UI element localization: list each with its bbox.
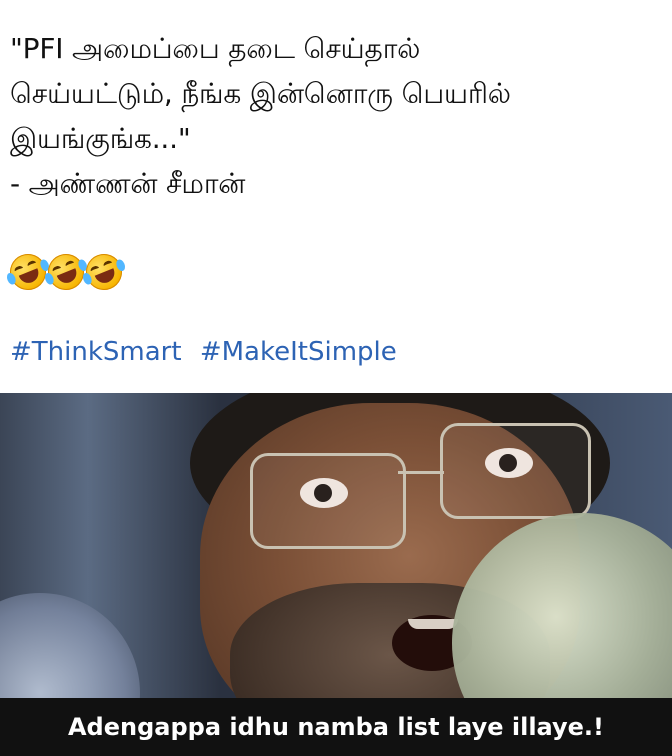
hashtag-make-it-simple[interactable]: #MakeItSimple xyxy=(200,337,397,367)
meme-image[interactable]: Adengappa idhu namba list laye illaye.! xyxy=(0,393,672,756)
rofl-emoji-icon xyxy=(80,248,128,296)
emoji-row xyxy=(4,248,128,296)
quote-attribution: - அண்ணன் சீமான் xyxy=(10,167,246,200)
meme-glasses-right-lens xyxy=(440,423,591,519)
post-quote: "PFI அமைப்பை தடை செய்தால் செய்யட்டும், ந… xyxy=(10,26,665,206)
meme-glasses-bridge xyxy=(398,471,444,474)
hashtag-think-smart[interactable]: #ThinkSmart xyxy=(10,337,182,367)
meme-caption-bar: Adengappa idhu namba list laye illaye.! xyxy=(0,698,672,756)
post-card: "PFI அமைப்பை தடை செய்தால் செய்யட்டும், ந… xyxy=(0,0,672,756)
quote-line-1: "PFI அமைப்பை தடை செய்தால் xyxy=(10,32,421,65)
meme-caption: Adengappa idhu namba list laye illaye.! xyxy=(67,713,604,741)
quote-line-2: செய்யட்டும், நீங்க இன்னொரு பெயரில் xyxy=(10,77,511,110)
meme-teeth xyxy=(408,619,458,629)
rofl-emoji-icon xyxy=(42,248,90,296)
quote-line-3: இயங்குங்க..." xyxy=(10,122,191,155)
meme-glasses-left-lens xyxy=(250,453,406,549)
hashtags: #ThinkSmart #MakeItSimple xyxy=(10,337,407,367)
rofl-emoji-icon xyxy=(4,248,52,296)
